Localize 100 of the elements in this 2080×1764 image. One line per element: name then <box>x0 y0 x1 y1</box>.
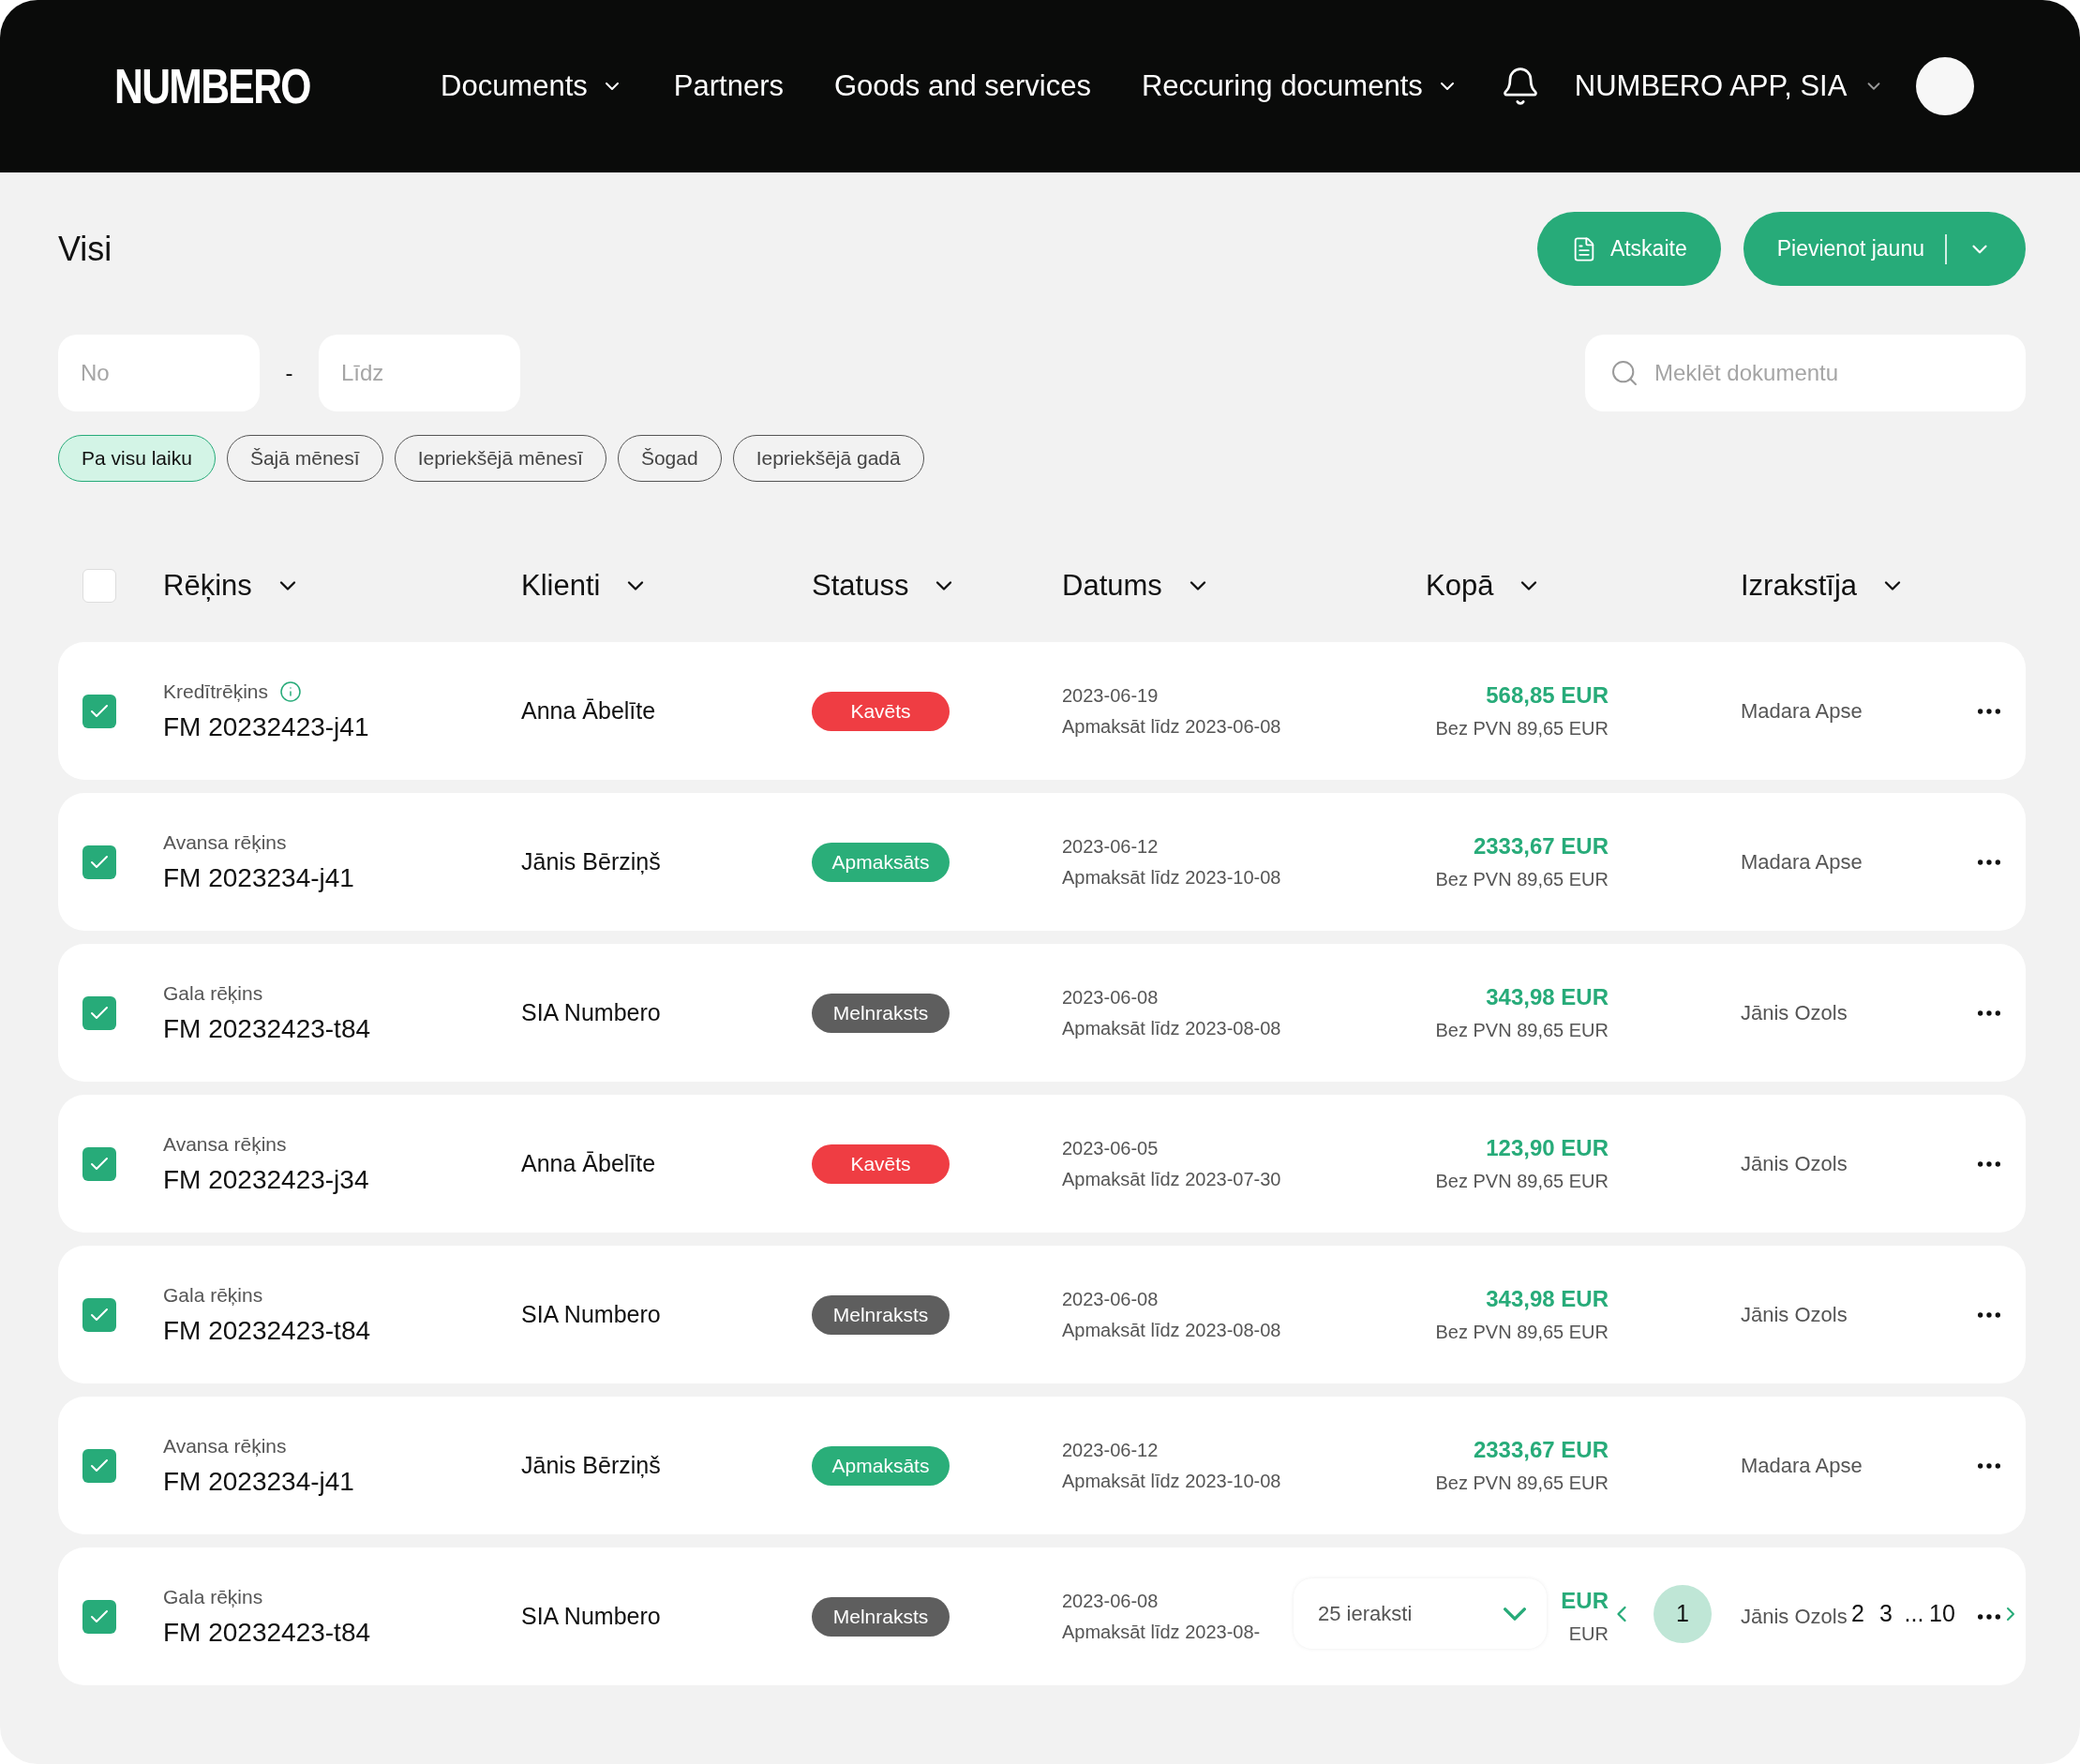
issuer-name: Jānis Ozols <box>1741 1000 1848 1025</box>
client-name: SIA Numbero <box>521 1603 662 1630</box>
date-from-field[interactable]: No <box>58 335 260 411</box>
issuer-name: Jānis Ozols <box>1741 1302 1848 1327</box>
issuer-name: Madara Apse <box>1741 698 1863 724</box>
invoice-date: 2023-06-08 <box>1062 1288 1159 1310</box>
net-amount: Bez PVN 89,65 EUR <box>1435 718 1609 740</box>
date-to-field[interactable]: Līdz <box>319 335 520 411</box>
due-date: Apmaksāt līdz 2023-10-08 <box>1062 866 1281 889</box>
chevron-down-icon <box>1504 1607 1526 1621</box>
invoice-date: 2023-06-05 <box>1062 1137 1159 1159</box>
invoice-type: Avansa rēķins <box>163 830 287 854</box>
period-chip[interactable]: Pa visu laiku <box>58 435 216 482</box>
invoice-number: FM 20232423-t84 <box>163 1013 371 1044</box>
total-amount: EUR <box>1561 1588 1609 1614</box>
page-size-select[interactable]: 25 ieraksti <box>1294 1578 1547 1649</box>
issuer-name: Madara Apse <box>1741 849 1863 875</box>
client-name: Jānis Bērziņš <box>521 848 662 875</box>
row-checkbox[interactable] <box>82 1297 116 1332</box>
column-header[interactable]: Rēķins <box>163 569 301 603</box>
page-title: Visi <box>58 229 113 269</box>
page-button[interactable]: ... <box>1900 1584 1928 1643</box>
invoice-row[interactable]: Avansa rēķins FM 20232423-j34 Anna Ābelīte Kavēts 2023-06-05 Apmaksāt līdz 2023-07-30 123,90 EUR Bez PVN 89,65 EUR Jānis Ozols <box>58 1095 2026 1233</box>
invoice-row[interactable]: Avansa rēķins FM 2023234-j41 Jānis Bērziņš Apmaksāts 2023-06-12 Apmaksāt līdz 2023-10-08 2333,67 EUR Bez PVN 89,65 EUR Madara Apse <box>58 1397 2026 1534</box>
column-header[interactable]: Izrakstīja <box>1741 569 1907 603</box>
nav-link[interactable]: Partners <box>673 69 784 103</box>
net-amount: Bez PVN 89,65 EUR <box>1435 1472 1609 1494</box>
invoice-date: 2023-06-12 <box>1062 1439 1159 1461</box>
search-field[interactable]: Meklēt dokumentu <box>1585 335 2026 411</box>
row-checkbox[interactable] <box>82 694 116 728</box>
status-badge: Kavēts <box>812 1144 950 1184</box>
company-switcher[interactable]: NUMBERO APP, SIA <box>1574 69 1885 103</box>
total-amount: 2333,67 EUR <box>1473 1437 1609 1463</box>
nav-link[interactable]: Documents <box>441 69 623 103</box>
due-date: Apmaksāt līdz 2023-07-30 <box>1062 1168 1281 1190</box>
status-badge: Kavēts <box>812 691 950 731</box>
client-name: Anna Ābelīte <box>521 697 657 725</box>
row-checkbox[interactable] <box>82 845 116 879</box>
row-checkbox[interactable] <box>82 1146 116 1181</box>
column-header[interactable]: Kopā <box>1426 569 1543 603</box>
invoice-number: FM 20232423-j34 <box>163 1164 369 1195</box>
issuer-name: Jānis Ozols <box>1741 1604 1848 1629</box>
net-amount: Bez PVN 89,65 EUR <box>1435 1020 1609 1041</box>
client-name: SIA Numbero <box>521 999 662 1026</box>
invoice-row[interactable]: Kredītrēķins FM 20232423-j41 Anna Ābelīte Kavēts 2023-06-19 Apmaksāt līdz 2023-06-08 568,85 EUR Bez PVN 89,65 EUR Madara Apse <box>58 642 2026 780</box>
nav-link[interactable]: Reccuring documents <box>1141 69 1459 103</box>
status-badge: Apmaksāts <box>812 1445 950 1486</box>
logo: NUMBERO <box>114 58 311 114</box>
total-amount: 123,90 EUR <box>1486 1135 1609 1161</box>
row-checkbox[interactable] <box>82 995 116 1030</box>
status-badge: Melnraksts <box>812 1294 950 1335</box>
invoice-date: 2023-06-19 <box>1062 684 1159 707</box>
nav-link[interactable]: Goods and services <box>833 69 1091 103</box>
due-date: Apmaksāt līdz 2023-08-08 <box>1062 1319 1281 1341</box>
invoice-row[interactable]: Avansa rēķins FM 2023234-j41 Jānis Bērziņš Apmaksāts 2023-06-12 Apmaksāt līdz 2023-10-08 2333,67 EUR Bez PVN 89,65 EUR Madara Apse <box>58 793 2026 931</box>
invoice-number: FM 20232423-t84 <box>163 1315 371 1346</box>
invoice-date: 2023-06-12 <box>1062 835 1159 858</box>
status-badge: Melnraksts <box>812 993 950 1033</box>
invoice-type: Avansa rēķins <box>163 1434 287 1458</box>
status-badge: Apmaksāts <box>812 842 950 882</box>
invoice-date: 2023-06-08 <box>1062 986 1159 1009</box>
row-checkbox[interactable] <box>82 1599 116 1634</box>
invoice-type: Gala rēķins <box>163 981 263 1005</box>
total-amount: 343,98 EUR <box>1486 984 1609 1010</box>
due-date: Apmaksāt līdz 2023-06-08 <box>1062 715 1281 738</box>
total-amount: 343,98 EUR <box>1486 1286 1609 1312</box>
due-date: Apmaksāt līdz 2023-08-08 <box>1062 1017 1281 1039</box>
net-amount: Bez PVN 89,65 EUR <box>1435 1322 1609 1343</box>
status-badge: Melnraksts <box>812 1596 950 1637</box>
range-separator: - <box>284 360 294 386</box>
invoice-row[interactable]: Gala rēķins FM 20232423-t84 SIA Numbero Melnraksts 2023-06-08 Apmaksāt līdz 2023-08-08 343,98 EUR Bez PVN 89,65 EUR Jānis Ozols <box>58 1246 2026 1383</box>
search-icon <box>1609 358 1639 388</box>
client-name: Jānis Bērziņš <box>521 1452 662 1479</box>
column-header[interactable]: Datums <box>1062 569 1211 603</box>
due-date: Apmaksāt līdz 2023-10-08 <box>1062 1470 1281 1492</box>
column-header[interactable]: Klienti <box>521 569 650 603</box>
client-name: Anna Ābelīte <box>521 1150 657 1177</box>
invoice-number: FM 2023234-j41 <box>163 862 354 893</box>
row-checkbox[interactable] <box>82 1448 116 1483</box>
invoice-date: 2023-06-08 <box>1062 1590 1159 1612</box>
client-name: SIA Numbero <box>521 1301 662 1328</box>
issuer-name: Madara Apse <box>1741 1453 1863 1478</box>
total-amount: 568,85 EUR <box>1486 682 1609 709</box>
invoice-number: FM 20232423-j41 <box>163 711 369 742</box>
column-header[interactable]: Statuss <box>812 569 958 603</box>
invoice-type: Kredītrēķins <box>163 680 269 703</box>
invoice-type: Gala rēķins <box>163 1283 263 1307</box>
net-amount: Bez PVN 89,65 EUR <box>1435 869 1609 890</box>
invoice-type: Gala rēķins <box>163 1585 263 1608</box>
invoice-type: Avansa rēķins <box>163 1132 287 1156</box>
select-all-checkbox[interactable] <box>82 569 116 603</box>
issuer-name: Jānis Ozols <box>1741 1151 1848 1176</box>
total-amount: 2333,67 EUR <box>1473 833 1609 860</box>
net-amount: Bez PVN 89,65 EUR <box>1435 1171 1609 1192</box>
due-date: Apmaksāt līdz 2023-08- <box>1062 1621 1261 1643</box>
invoice-row[interactable]: Gala rēķins FM 20232423-t84 SIA Numbero Melnraksts 2023-06-08 Apmaksāt līdz 2023-08-08 343,98 EUR Bez PVN 89,65 EUR Jānis Ozols <box>58 944 2026 1082</box>
invoice-number: FM 2023234-j41 <box>163 1466 354 1497</box>
page-button[interactable]: 10 <box>1928 1584 1956 1643</box>
net-amount: EUR <box>1568 1623 1609 1645</box>
page-button[interactable]: 3 <box>1872 1584 1900 1643</box>
